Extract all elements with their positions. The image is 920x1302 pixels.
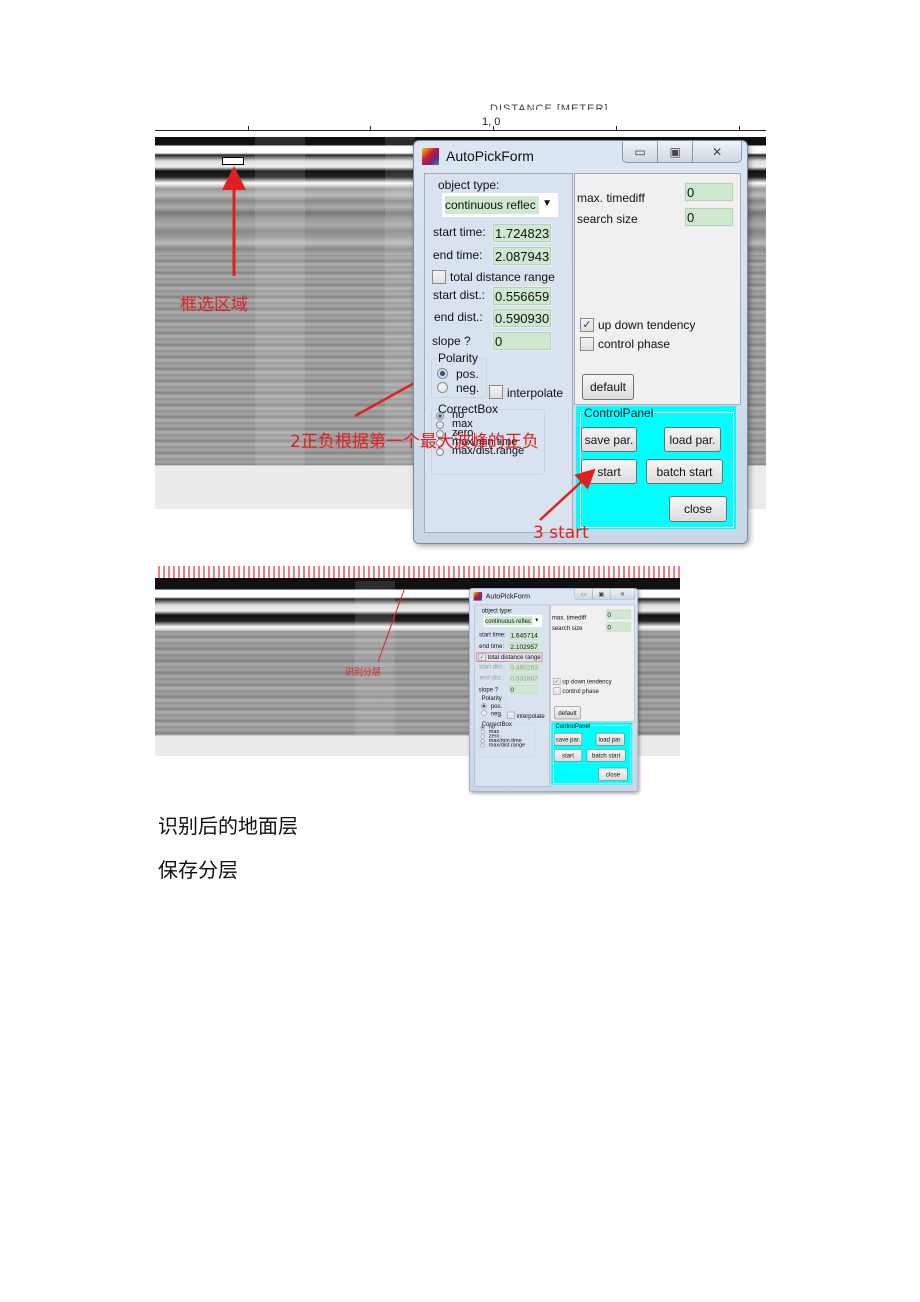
paragraph: 识别后的地面层: [158, 814, 298, 838]
slope-label: slope ?: [478, 685, 499, 694]
polarity-label: Polarity: [481, 694, 502, 702]
polarity-neg-label: neg.: [490, 709, 503, 717]
polarity-neg-radio[interactable]: [481, 710, 487, 716]
control-panel-label: ControlPanel: [555, 722, 591, 730]
load-par-button[interactable]: load par.: [595, 732, 625, 746]
close-window-button[interactable]: ✕: [611, 589, 635, 600]
polarity-pos-radio[interactable]: [481, 703, 487, 709]
correctbox-label: CorrectBox: [481, 720, 512, 728]
search-size-input[interactable]: 0: [605, 621, 632, 632]
control-phase-checkbox[interactable]: [553, 687, 561, 695]
max-timediff-input[interactable]: 0: [605, 609, 632, 620]
interpolate-label: interpolate: [516, 712, 545, 720]
default-button[interactable]: default: [554, 706, 581, 720]
start-dist-input[interactable]: 0.480263: [508, 661, 540, 672]
correctbox-radio[interactable]: [480, 743, 485, 748]
batch-start-button[interactable]: batch start: [586, 749, 626, 762]
object-type-label: object type:: [481, 607, 513, 615]
save-par-button[interactable]: save par.: [553, 732, 583, 746]
paragraph: 保存分层: [158, 858, 238, 882]
dialog-title: AutoPickForm: [485, 592, 531, 601]
object-type-value: continuous reflec: [485, 616, 533, 626]
start-dist-label: start dist.:: [479, 662, 506, 670]
slope-input[interactable]: 0: [508, 684, 540, 695]
search-size-label: search size: [551, 624, 583, 632]
minimize-button[interactable]: ▭: [575, 588, 593, 600]
close-button[interactable]: close: [598, 767, 628, 781]
autopick-dialog-result: AutoPickForm ▭ ▣ ✕ object type: continuo…: [469, 588, 639, 793]
max-timediff-label: max. timediff: [551, 613, 587, 621]
end-dist-label: end dist.:: [479, 673, 505, 681]
start-time-label: start time:: [479, 630, 506, 638]
start-time-input[interactable]: 1.645714: [508, 629, 540, 641]
total-distance-checkbox[interactable]: ✓: [478, 653, 486, 661]
correctbox-radio[interactable]: [480, 725, 485, 730]
correctbox-radio[interactable]: [480, 734, 485, 739]
window-controls: ▭ ▣ ✕: [574, 588, 636, 600]
polarity-pos-label: pos.: [490, 702, 503, 710]
up-down-tendency-checkbox[interactable]: ✓: [553, 677, 561, 685]
app-icon: [473, 592, 483, 601]
end-dist-input[interactable]: 0.531887: [508, 672, 540, 683]
correctbox-radio[interactable]: [480, 729, 485, 734]
interpolate-checkbox[interactable]: [507, 711, 515, 719]
control-phase-label: control phase: [562, 687, 599, 695]
maximize-button[interactable]: ▣: [593, 588, 611, 600]
total-distance-label: total distance range: [487, 653, 541, 661]
correctbox-option: max/dist.range: [488, 742, 526, 749]
annotation-arrow-2: [377, 589, 405, 663]
end-time-label: end time:: [479, 642, 505, 650]
end-time-input[interactable]: 2.102957: [508, 641, 540, 652]
correctbox-radio[interactable]: [480, 738, 485, 744]
document-page: DISTANCE [METER] 1, 0 框选区域 AutoPickForm …: [0, 0, 920, 1302]
chevron-down-icon: ▼: [534, 617, 540, 623]
up-down-tendency-label: up down tendency: [562, 677, 612, 685]
start-button[interactable]: start: [553, 749, 583, 762]
object-type-dropdown[interactable]: continuous reflec ▼: [483, 614, 543, 627]
